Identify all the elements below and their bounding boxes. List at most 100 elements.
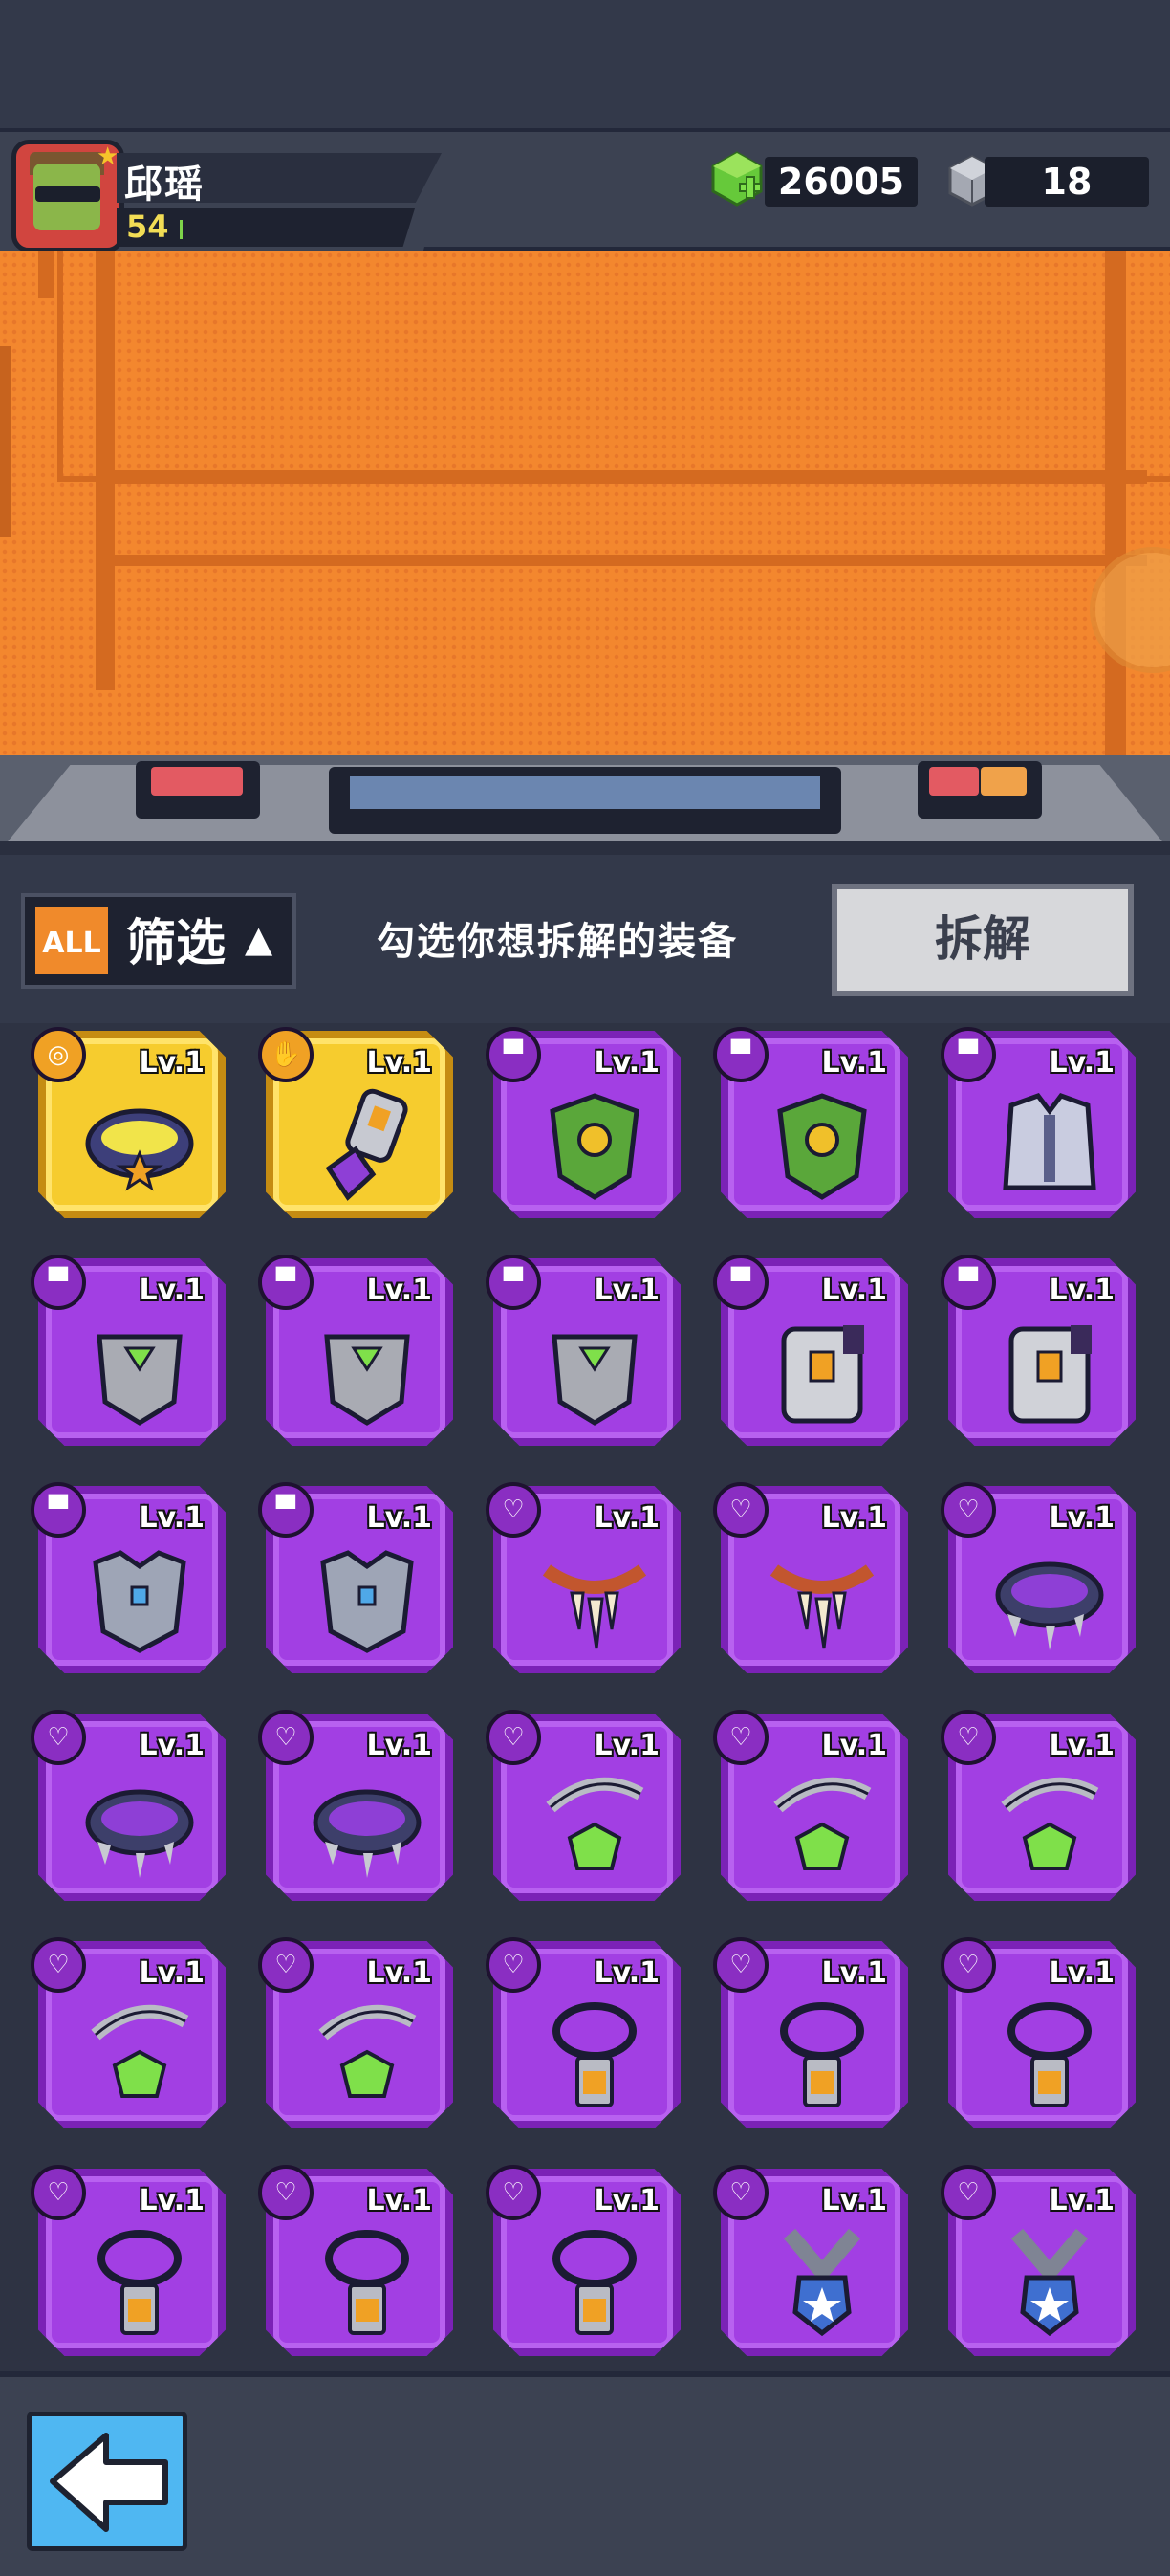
armor-glyph: ▀	[504, 1040, 523, 1069]
red-light	[151, 767, 243, 796]
fang-necklace-icon	[542, 1564, 647, 1649]
necklace-icon: ♡	[486, 1710, 541, 1765]
necklace-icon: ♡	[258, 1710, 314, 1765]
armor-glyph: ▀	[276, 1268, 295, 1297]
necklace-icon: ♡	[713, 1710, 769, 1765]
spiked-collar-icon	[995, 1561, 1104, 1650]
spiked-collar-icon	[85, 1789, 194, 1878]
necklace-glyph: ♡	[47, 1723, 70, 1752]
shirt-icon: ▀	[941, 1255, 996, 1310]
item-level: Lv.1	[594, 1274, 661, 1307]
star-medal-icon	[1010, 2228, 1089, 2337]
necklace-glyph: ♡	[502, 1951, 525, 1979]
item-level: Lv.1	[139, 1046, 206, 1080]
steel-armor-icon	[320, 1550, 414, 1653]
necklace-glyph: ♡	[729, 1951, 752, 1979]
necklace-glyph: ♡	[729, 1723, 752, 1752]
necklace-icon: ♡	[258, 1937, 314, 1993]
gauntlet-purple-icon	[325, 1088, 408, 1201]
necklace-glyph: ♡	[274, 2178, 297, 2207]
necklace-icon: ♡	[713, 1937, 769, 1993]
wall-panel	[0, 346, 11, 537]
instruction-text: 勾选你想拆解的装备	[377, 920, 738, 964]
lantern-chain-icon	[98, 2230, 182, 2335]
shirt-icon: ▀	[713, 1027, 769, 1082]
necklace-icon: ♡	[941, 1482, 996, 1538]
item-level: Lv.1	[366, 1501, 433, 1535]
item-level: Lv.1	[1049, 1046, 1116, 1080]
belt-glyph: ◎	[47, 1040, 70, 1069]
item-level: Lv.1	[821, 1729, 888, 1762]
necklace-icon: ♡	[941, 2165, 996, 2220]
shirt-icon: ▀	[31, 1255, 86, 1310]
tech-vest-icon	[1008, 1325, 1092, 1424]
level-progress-fill	[180, 220, 183, 239]
armor-glyph: ▀	[504, 1268, 523, 1297]
necklace-glyph: ♡	[47, 2178, 70, 2207]
necklace-glyph: ♡	[502, 1495, 525, 1524]
item-level: Lv.1	[1049, 1956, 1116, 1990]
glove-icon: ✋	[258, 1027, 314, 1082]
cube-counter[interactable]: 18	[985, 157, 1149, 207]
all-badge: ALL	[32, 905, 111, 977]
item-level: Lv.1	[821, 1956, 888, 1990]
shirt-icon: ▀	[258, 1255, 314, 1310]
avatar-sunglasses	[35, 186, 100, 202]
armor-glyph: ▀	[731, 1040, 750, 1069]
emerald-pendant-icon	[1001, 1777, 1099, 1870]
item-level: Lv.1	[139, 1956, 206, 1990]
lantern-chain-icon	[780, 2002, 864, 2107]
machine-screen	[350, 776, 820, 809]
emerald-pendant-icon	[773, 1777, 872, 1870]
green-gem-icon	[711, 151, 763, 207]
avatar[interactable]: ★	[11, 140, 124, 252]
filter-label: 筛选	[126, 915, 227, 972]
item-level: Lv.1	[1049, 1501, 1116, 1535]
necklace-glyph: ♡	[274, 1951, 297, 1979]
necklace-icon: ♡	[941, 1710, 996, 1765]
item-level: Lv.1	[139, 1274, 206, 1307]
back-button[interactable]	[27, 2412, 187, 2551]
belt-icon: ◎	[31, 1027, 86, 1082]
lantern-chain-icon	[325, 2230, 409, 2335]
green-dragon-armor-icon	[777, 1093, 867, 1200]
necklace-glyph: ♡	[957, 1951, 980, 1979]
necklace-glyph: ♡	[729, 1495, 752, 1524]
dismantle-button[interactable]: 拆解	[832, 884, 1134, 996]
necklace-icon: ♡	[713, 2165, 769, 2220]
necklace-icon: ♡	[258, 2165, 314, 2220]
item-level: Lv.1	[139, 1729, 206, 1762]
shirt-icon: ▀	[941, 1027, 996, 1082]
armor-glyph: ▀	[276, 1495, 295, 1524]
star-icon: ★	[97, 142, 119, 171]
shirt-icon: ▀	[486, 1255, 541, 1310]
necklace-glyph: ♡	[729, 2178, 752, 2207]
player-level: 54	[126, 208, 169, 245]
player-name: 邱瑶	[124, 163, 205, 207]
gem-chestplate-icon	[324, 1334, 410, 1426]
necklace-icon: ♡	[31, 1710, 86, 1765]
armor-glyph: ▀	[959, 1040, 978, 1069]
item-level: Lv.1	[594, 1046, 661, 1080]
shirt-icon: ▀	[486, 1027, 541, 1082]
item-level: Lv.1	[139, 2184, 206, 2217]
item-level: Lv.1	[821, 1046, 888, 1080]
gem-chestplate-icon	[97, 1334, 183, 1426]
armor-glyph: ▀	[959, 1268, 978, 1297]
gem-chestplate-icon	[552, 1334, 638, 1426]
shirt-icon: ▀	[258, 1482, 314, 1538]
lantern-chain-icon	[552, 2230, 637, 2335]
pipe-horizontal-mid	[96, 470, 1147, 484]
item-level: Lv.1	[594, 1956, 661, 1990]
orange-light	[981, 767, 1027, 796]
lantern-chain-icon	[1008, 2002, 1092, 2107]
emerald-pendant-icon	[546, 1777, 644, 1870]
pipe-frame	[57, 251, 1170, 482]
triangle-up-icon: ▲	[245, 918, 273, 960]
gem-counter[interactable]: 26005	[765, 157, 918, 207]
item-level: Lv.1	[821, 2184, 888, 2217]
necklace-icon: ♡	[31, 1937, 86, 1993]
shirt-icon: ▀	[31, 1482, 86, 1538]
necklace-icon: ♡	[713, 1482, 769, 1538]
necklace-icon: ♡	[941, 1937, 996, 1993]
